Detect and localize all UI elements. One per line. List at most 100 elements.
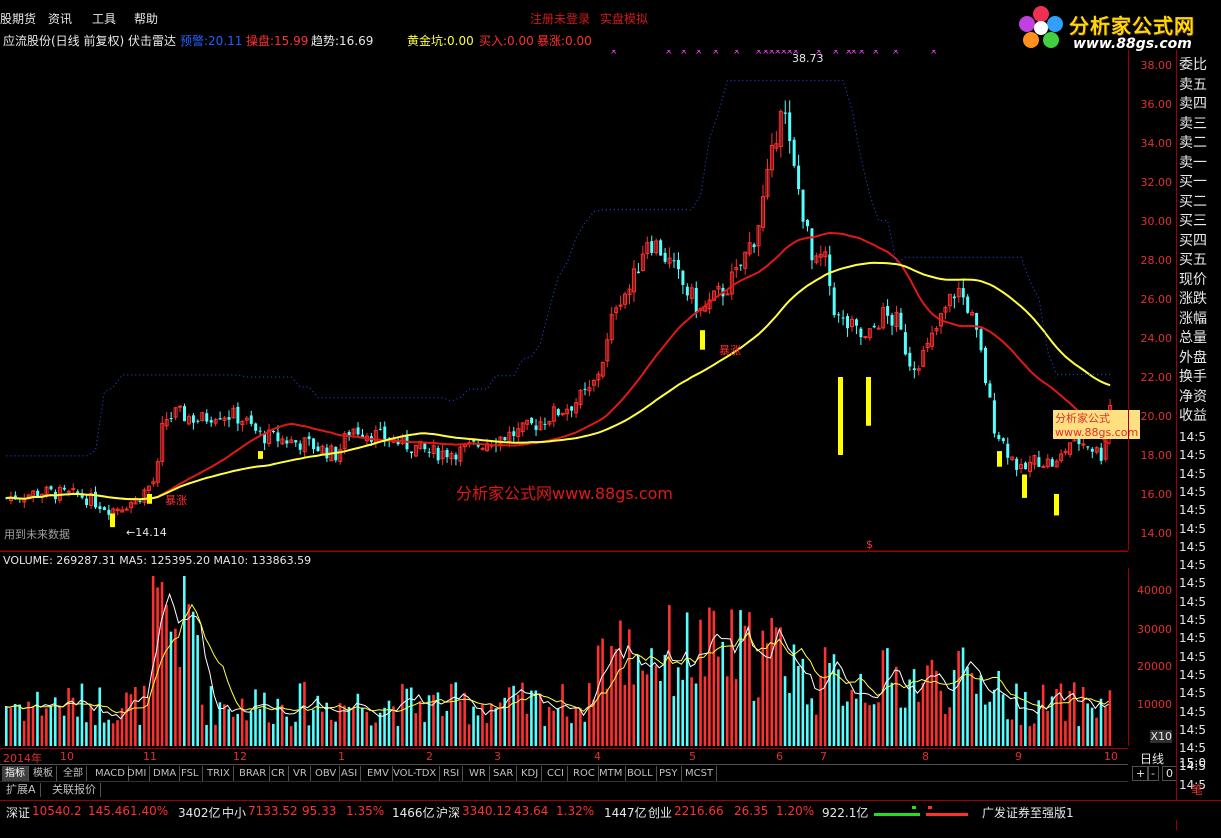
tab-indicator-5[interactable]: DMA <box>150 766 181 781</box>
pen-button[interactable]: 笔 <box>1191 781 1203 799</box>
volume-bar <box>1104 706 1107 746</box>
month-label: 9 <box>1015 750 1022 763</box>
candle-body-down <box>218 418 222 420</box>
tab-indicator-16[interactable]: WR <box>466 766 490 781</box>
volume-bar <box>743 625 747 746</box>
volume-bar <box>814 714 818 746</box>
volume-bar <box>770 617 773 746</box>
volume-bar <box>414 713 417 746</box>
tab-indicator-23[interactable]: PSY <box>656 766 682 781</box>
volume-chart-pane[interactable] <box>0 568 1128 746</box>
top-marker: × <box>930 50 938 57</box>
tab-indicator-4[interactable]: DMI <box>124 766 151 781</box>
tab-indicator-17[interactable]: SAR <box>490 766 518 781</box>
tab-indicator-2[interactable]: 全部 <box>60 766 87 781</box>
volume-bar <box>552 710 555 746</box>
volume-bar <box>650 648 653 746</box>
tab-indicator-19[interactable]: CCI <box>544 766 568 781</box>
tab-extension-a[interactable]: 扩展A <box>2 783 41 797</box>
period-label[interactable]: 日线 <box>1140 750 1164 767</box>
candle-body-down <box>832 287 836 316</box>
tab-indicator-7[interactable]: TRIX <box>204 766 234 781</box>
tick-time: 14:5 <box>1179 667 1206 682</box>
menu-news[interactable]: 资讯 <box>48 10 72 27</box>
index-amount: 1466亿 <box>392 806 435 820</box>
candle-body-down <box>436 447 440 461</box>
candle-body-down <box>196 420 200 422</box>
tab-indicator-0[interactable]: 指标 <box>2 766 29 781</box>
candle-body-down <box>530 417 534 424</box>
tab-indicator-12[interactable]: ASI <box>338 766 362 781</box>
tick-time: 14:5 <box>1179 613 1206 627</box>
volume-bar <box>409 687 413 746</box>
candle-body-down <box>512 431 516 437</box>
login-status-link[interactable]: 注册未登录 <box>530 10 590 27</box>
volume-bar <box>730 609 733 746</box>
volume-bar <box>690 677 693 746</box>
volume-bar <box>583 721 587 746</box>
tab-indicator-22[interactable]: BOLL <box>624 766 657 781</box>
tab-indicator-18[interactable]: KDJ <box>518 766 543 781</box>
tab-indicator-14[interactable]: VOL-TDX <box>390 766 441 781</box>
volume-bar <box>632 684 636 746</box>
tab-related-quotes[interactable]: 关联报价 <box>48 783 101 797</box>
zoom-out-button[interactable]: - <box>1147 766 1159 781</box>
tab-indicator-21[interactable]: MTM <box>596 766 627 781</box>
golden-pit-num: 0.00 <box>447 34 474 48</box>
warning-value: 预警:20.11 <box>180 32 242 49</box>
volume-bar <box>783 676 787 746</box>
tab-indicator-10[interactable]: VR <box>290 766 311 781</box>
volume-bar <box>138 724 142 746</box>
menu-tools[interactable]: 工具 <box>92 10 116 27</box>
volume-bar <box>1068 691 1072 746</box>
menu-futures[interactable]: 股期货 <box>0 10 36 27</box>
trend-label: 趋势: <box>311 34 340 48</box>
tab-indicator-15[interactable]: RSI <box>440 766 464 781</box>
volume-bar <box>445 711 449 746</box>
volume-bar <box>703 676 707 746</box>
tick-time: 14:5 <box>1179 539 1206 554</box>
ma-yellow-line <box>6 261 1111 501</box>
candle-body-down <box>650 241 654 253</box>
volume-bar <box>392 706 395 746</box>
candle-body-down <box>681 270 685 285</box>
volume-bar <box>579 707 582 746</box>
volume-bar <box>174 628 177 746</box>
tab-indicator-20[interactable]: ROC <box>570 766 599 781</box>
reset-button[interactable]: 0 <box>1162 766 1177 781</box>
tab-indicator-1[interactable]: 模板 <box>30 766 57 781</box>
operate-num: 15.99 <box>274 34 309 48</box>
marker-group: × × × × × × × ×××××× × × ×× × × × × <box>610 47 938 57</box>
tab-indicator-6[interactable]: FSL <box>178 766 203 781</box>
candle-body-down <box>98 506 102 510</box>
volume-bar <box>592 699 595 746</box>
volume-bar <box>725 676 729 746</box>
volume-bar <box>668 605 671 746</box>
tab-indicator-11[interactable]: OBV <box>312 766 341 781</box>
quote-field-label: 委比 <box>1179 57 1207 73</box>
index-amount: 3402亿 <box>178 806 221 820</box>
tab-indicator-8[interactable]: BRAR <box>236 766 271 781</box>
quote-field-label: 卖三 <box>1179 115 1207 132</box>
candle-body-down <box>258 430 262 432</box>
volume-bar <box>1006 719 1009 746</box>
volume-bar <box>752 700 756 746</box>
volume-bar <box>556 708 560 746</box>
volume-bar <box>1073 682 1076 746</box>
menu-help[interactable]: 帮助 <box>134 10 158 27</box>
volume-bar <box>85 722 88 746</box>
index-value: 10540.2 <box>32 804 82 818</box>
tab-indicator-9[interactable]: CR <box>268 766 289 781</box>
simulation-link[interactable]: 实盘模拟 <box>600 10 648 27</box>
price-tick: 32.00 <box>1140 176 1173 189</box>
tick-time: 14:5 <box>1179 430 1206 444</box>
tab-indicator-24[interactable]: MCST <box>682 766 718 781</box>
price-chart-pane[interactable]: × × × × × × × × × × × × × × × × × × × × × 38.73 ←14.14 用到未来数… <box>0 47 1141 552</box>
tab-indicator-13[interactable]: EMV <box>364 766 393 781</box>
tick-time: 14:5 <box>1179 722 1206 737</box>
volume-bar <box>454 682 458 746</box>
candle-body-down <box>383 426 387 440</box>
stock-title: 应流股份(日线 前复权) 伏击雷达 <box>3 34 176 48</box>
volume-bar <box>187 604 191 746</box>
volume-bar <box>89 705 93 746</box>
